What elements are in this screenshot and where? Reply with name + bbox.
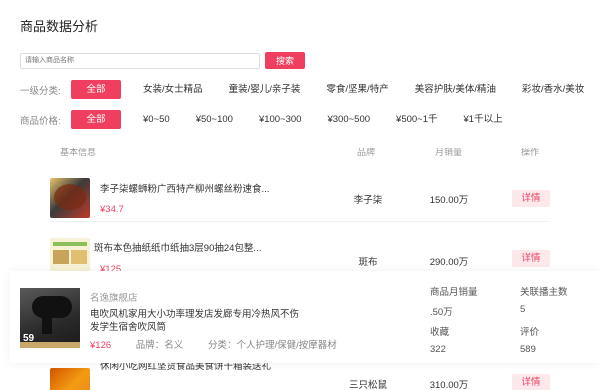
category-option-kids[interactable]: 童装/婴儿/亲子装 <box>219 80 311 99</box>
category-filter-label: 一级分类: <box>20 85 61 97</box>
product-brand: 斑布 <box>358 257 378 268</box>
product-price: ¥126 <box>90 340 112 351</box>
header-basic-info: 基本信息 <box>60 148 97 157</box>
page-title: 商品数据分析 <box>20 19 99 34</box>
header-action: 操作 <box>521 148 540 157</box>
table-header: 基本信息 品牌 月销量 操作 <box>50 148 550 160</box>
category-filter: 一级分类: 全部 女装/女士精品 童装/婴儿/亲子装 零食/坚果/特产 美容护肤… <box>20 80 600 99</box>
price-option-100-300[interactable]: ¥100~300 <box>249 110 312 129</box>
product-hover-card: 59 名逸旗舰店 电吹风机家用大小功率理发店发廊专用冷热风不伤发学生宿舍吹风筒 … <box>10 271 600 363</box>
price-option-all[interactable]: 全部 <box>71 110 121 129</box>
price-option-50-100[interactable]: ¥50~100 <box>186 110 243 129</box>
detail-button[interactable]: 详情 <box>512 250 550 267</box>
price-filter-label: 商品价格: <box>20 115 61 127</box>
monthly-sales-value: .50万 <box>430 307 453 318</box>
product-monthly-sales: 290.00万 <box>429 257 469 268</box>
favorites-value: 322 <box>430 344 446 355</box>
product-meta: ¥126 品牌：名义 分类：个人护理/保健/按摩器材 <box>90 337 359 351</box>
search-button[interactable]: 搜索 <box>265 52 305 69</box>
category-option-skincare[interactable]: 美容护肤/美体/精油 <box>405 80 506 99</box>
favorites-label: 收藏 <box>430 327 450 338</box>
header-monthly-sales: 月销量 <box>435 148 463 157</box>
streamers-label: 关联播主数 <box>520 287 568 298</box>
product-price: ¥34.7 <box>100 204 124 215</box>
product-monthly-sales: 150.00万 <box>429 195 469 206</box>
product-brand: 三只松鼠 <box>348 380 387 390</box>
price-option-300-500[interactable]: ¥300~500 <box>317 110 380 129</box>
search-input[interactable] <box>20 52 260 69</box>
price-filter: 商品价格: 全部 ¥0~50 ¥50~100 ¥100~300 ¥300~500… <box>20 110 519 129</box>
price-option-1k-plus[interactable]: ¥1千以上 <box>454 110 513 129</box>
detail-button[interactable]: 详情 <box>512 374 550 390</box>
price-option-500-1k[interactable]: ¥500~1千 <box>386 110 447 129</box>
streamers-value: 5 <box>520 304 526 315</box>
product-brand: 品牌：名义 <box>135 340 184 351</box>
product-brand: 李子柒 <box>353 195 383 206</box>
product-monthly-sales: 310.00万 <box>429 380 469 390</box>
category-option-womens[interactable]: 女装/女士精品 <box>133 80 213 99</box>
product-category: 分类：个人护理/保健/按摩器材 <box>207 340 337 351</box>
product-name: 斑布本色抽纸纸巾纸抽3层90抽24包整... <box>94 243 262 254</box>
monthly-sales-label: 商品月销量 <box>430 287 478 298</box>
reviews-label: 评价 <box>520 327 540 338</box>
product-image: 59 <box>20 288 80 348</box>
price-option-0-50[interactable]: ¥0~50 <box>133 110 180 129</box>
table-row: 李子柒螺蛳粉广西特产柳州螺丝粉速食... ¥34.7 李子柒 150.00万 详… <box>50 160 550 222</box>
search-bar: 搜索 <box>20 52 305 69</box>
header-brand: 品牌 <box>357 148 376 157</box>
reviews-value: 589 <box>520 344 536 355</box>
category-option-snacks[interactable]: 零食/坚果/特产 <box>316 80 398 99</box>
product-thumbnail <box>50 368 90 390</box>
detail-button[interactable]: 详情 <box>512 190 550 207</box>
product-title: 电吹风机家用大小功率理发店发廊专用冷热风不伤发学生宿舍吹风筒 <box>90 309 300 333</box>
category-option-makeup[interactable]: 彩妆/香水/美妆 <box>512 80 594 99</box>
product-name: 李子柒螺蛳粉广西特产柳州螺丝粉速食... <box>100 184 270 195</box>
shop-name[interactable]: 名逸旗舰店 <box>90 290 138 304</box>
product-thumbnail <box>50 178 90 218</box>
category-option-all[interactable]: 全部 <box>71 80 121 99</box>
